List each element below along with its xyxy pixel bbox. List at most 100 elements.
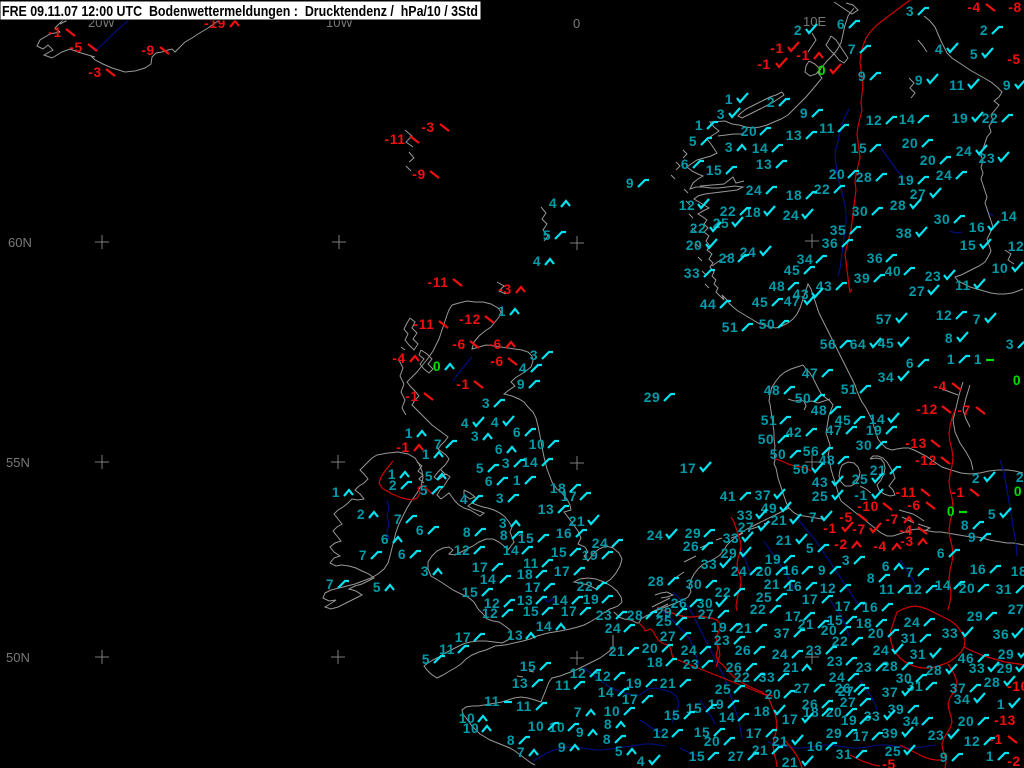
svg-text:31: 31	[836, 747, 853, 762]
svg-text:17: 17	[802, 592, 819, 607]
svg-text:50: 50	[758, 432, 775, 447]
svg-text:18: 18	[1011, 564, 1024, 579]
svg-text:47: 47	[802, 366, 819, 381]
svg-text:5: 5	[422, 652, 430, 667]
svg-text:-9: -9	[141, 43, 154, 58]
svg-text:16: 16	[807, 739, 824, 754]
svg-text:11: 11	[439, 642, 455, 657]
svg-text:30: 30	[686, 577, 703, 592]
svg-text:2: 2	[980, 23, 988, 38]
svg-text:-1: -1	[823, 521, 836, 536]
svg-text:15: 15	[960, 238, 977, 253]
svg-text:39: 39	[882, 726, 899, 741]
svg-text:7: 7	[517, 745, 525, 760]
svg-text:4: 4	[533, 254, 541, 269]
svg-text:-3: -3	[498, 282, 511, 297]
svg-text:23: 23	[928, 728, 945, 743]
svg-text:11: 11	[516, 699, 532, 714]
svg-text:6: 6	[513, 425, 521, 440]
svg-text:40: 40	[885, 264, 902, 279]
svg-text:-6: -6	[488, 337, 501, 352]
svg-text:42: 42	[786, 425, 803, 440]
svg-text:21: 21	[783, 660, 800, 675]
svg-text:3: 3	[496, 491, 504, 506]
svg-text:8: 8	[867, 571, 875, 586]
svg-text:55N: 55N	[6, 455, 30, 470]
svg-text:-1: -1	[405, 389, 418, 404]
svg-text:5: 5	[970, 47, 978, 62]
svg-text:43: 43	[812, 475, 829, 490]
svg-text:15: 15	[462, 585, 479, 600]
svg-text:44: 44	[700, 297, 717, 312]
svg-text:33: 33	[969, 661, 986, 676]
svg-text:10: 10	[463, 721, 480, 736]
svg-text:17: 17	[554, 564, 571, 579]
svg-text:22: 22	[734, 670, 751, 685]
svg-text:29: 29	[998, 647, 1015, 662]
svg-text:19: 19	[583, 592, 600, 607]
svg-text:18: 18	[786, 188, 803, 203]
svg-text:17: 17	[853, 729, 870, 744]
svg-text:17: 17	[622, 692, 639, 707]
svg-text:14: 14	[598, 685, 615, 700]
svg-text:3: 3	[1006, 337, 1014, 352]
svg-text:-10: -10	[857, 499, 879, 514]
svg-text:50: 50	[759, 317, 776, 332]
svg-text:5: 5	[476, 461, 484, 476]
svg-text:1: 1	[725, 92, 733, 107]
svg-text:2: 2	[389, 478, 397, 493]
svg-text:7: 7	[973, 312, 981, 327]
svg-text:11: 11	[955, 278, 971, 293]
svg-text:21: 21	[609, 644, 626, 659]
svg-text:27: 27	[660, 629, 677, 644]
svg-text:9: 9	[558, 740, 566, 755]
svg-text:34: 34	[903, 714, 920, 729]
svg-text:28: 28	[627, 608, 644, 623]
svg-text:-5: -5	[69, 40, 82, 55]
svg-text:14: 14	[522, 455, 539, 470]
svg-text:36: 36	[993, 627, 1010, 642]
svg-text:20: 20	[741, 124, 758, 139]
svg-text:5: 5	[373, 580, 381, 595]
svg-text:48: 48	[769, 279, 786, 294]
svg-text:21: 21	[771, 513, 788, 528]
svg-text:23: 23	[925, 269, 942, 284]
svg-text:3: 3	[842, 553, 850, 568]
svg-text:9: 9	[517, 377, 525, 392]
svg-text:3: 3	[421, 564, 429, 579]
svg-text:20: 20	[868, 626, 885, 641]
svg-text:16: 16	[783, 563, 800, 578]
svg-text:51: 51	[841, 382, 858, 397]
svg-text:19: 19	[866, 423, 883, 438]
svg-text:17: 17	[455, 630, 472, 645]
svg-text:20: 20	[765, 687, 782, 702]
svg-text:14: 14	[1001, 209, 1018, 224]
svg-text:29: 29	[967, 609, 984, 624]
svg-text:11: 11	[949, 78, 965, 93]
svg-text:7: 7	[906, 565, 914, 580]
svg-text:16: 16	[969, 220, 986, 235]
svg-text:11: 11	[484, 694, 500, 709]
svg-text:27: 27	[794, 681, 811, 696]
svg-text:5: 5	[425, 469, 433, 484]
svg-text:33: 33	[759, 670, 776, 685]
svg-text:-7: -7	[885, 512, 898, 527]
svg-text:5: 5	[420, 483, 428, 498]
svg-text:3: 3	[725, 140, 733, 155]
svg-text:25: 25	[715, 682, 732, 697]
svg-text:7: 7	[434, 437, 442, 452]
svg-text:-4: -4	[873, 539, 886, 554]
svg-text:10: 10	[529, 437, 546, 452]
svg-text:0: 0	[573, 16, 580, 31]
svg-text:11: 11	[555, 678, 571, 693]
svg-text:23: 23	[856, 660, 873, 675]
svg-text:36: 36	[822, 236, 839, 251]
svg-text:15: 15	[689, 749, 706, 764]
svg-text:48: 48	[764, 383, 781, 398]
svg-text:56: 56	[803, 444, 820, 459]
svg-text:6: 6	[381, 532, 389, 547]
svg-text:12: 12	[679, 198, 696, 213]
svg-text:12: 12	[482, 606, 499, 621]
svg-text:33: 33	[701, 557, 718, 572]
svg-text:-3: -3	[900, 534, 913, 549]
